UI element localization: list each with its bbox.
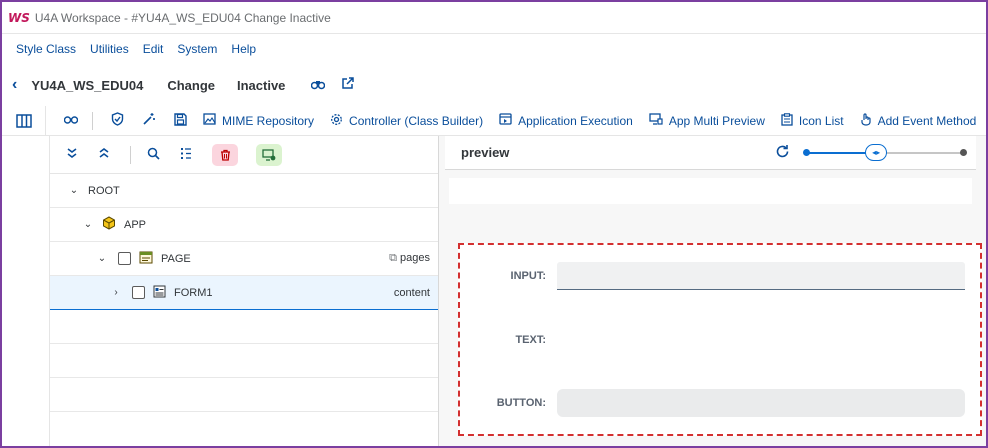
- slider-max-dot: [960, 149, 967, 156]
- save-icon[interactable]: [174, 112, 187, 129]
- aggregation-pages: ⧉ pages: [389, 252, 430, 265]
- copy-icon: ⧉: [389, 252, 398, 264]
- monitor-icon: [649, 113, 663, 128]
- ws-logo-icon: WS: [8, 10, 30, 25]
- menu-help[interactable]: Help: [231, 42, 256, 56]
- menu-edit[interactable]: Edit: [143, 42, 164, 56]
- chevron-down-icon[interactable]: ⌄: [96, 253, 108, 264]
- left-rail: [2, 136, 50, 446]
- app-window: WS U4A Workspace - #YU4A_WS_EDU04 Change…: [0, 0, 988, 448]
- display-icon[interactable]: [63, 113, 79, 128]
- preview-header: preview ◂▸: [445, 136, 976, 170]
- app-multi-preview-button[interactable]: App Multi Preview: [649, 113, 765, 128]
- chevron-down-icon[interactable]: ⌄: [68, 185, 80, 196]
- preview-content-strip: [449, 178, 972, 204]
- main-toolbar: MIME Repository Controller (Class Builde…: [2, 105, 986, 136]
- application-execution-label: Application Execution: [518, 113, 633, 128]
- aggregation-content: content: [393, 286, 430, 299]
- tree-toolbar-divider: [130, 145, 131, 164]
- row-checkbox[interactable]: [132, 286, 145, 299]
- app-multi-preview-label: App Multi Preview: [668, 113, 765, 128]
- preview-title: preview: [461, 145, 510, 160]
- tree-row-label: PAGE: [161, 252, 191, 265]
- tree-row-label: ROOT: [88, 184, 120, 197]
- hand-icon: [860, 112, 872, 129]
- row-checkbox[interactable]: [118, 252, 131, 265]
- app-status: Inactive: [237, 77, 286, 93]
- magic-wand-icon[interactable]: [142, 112, 156, 129]
- tree-row-empty: [50, 378, 438, 412]
- collapse-all-icon[interactable]: [98, 147, 110, 162]
- refresh-icon[interactable]: [775, 144, 790, 163]
- chevron-down-icon[interactable]: ⌄: [82, 219, 94, 230]
- form-row-text: TEXT:: [460, 325, 980, 355]
- form1-outline: INPUT: TEXT: BUTTON:: [458, 243, 982, 436]
- tree-row-page[interactable]: ⌄ PAGE ⧉ pages: [50, 242, 438, 276]
- add-element-icon[interactable]: [256, 143, 282, 166]
- menu-bar: Style Class Utilities Edit System Help: [2, 36, 270, 62]
- tree-row-label: APP: [124, 218, 147, 231]
- search-icon[interactable]: [147, 147, 160, 163]
- form-icon: [153, 285, 166, 301]
- check-shield-icon[interactable]: [111, 112, 124, 129]
- menu-style-class[interactable]: Style Class: [16, 42, 76, 56]
- add-event-method-button[interactable]: Add Event Method: [860, 112, 977, 129]
- tree-row-empty: [50, 310, 438, 344]
- preview-panel: preview ◂▸ INPUT: TEXT: BUTTON:: [439, 136, 986, 446]
- tree-row-app[interactable]: ⌄ APP: [50, 208, 438, 242]
- tree-toolbar: [50, 136, 438, 174]
- window-title: U4A Workspace - #YU4A_WS_EDU04 Change In…: [34, 10, 331, 25]
- menu-utilities[interactable]: Utilities: [90, 42, 129, 56]
- layout-columns-icon[interactable]: [2, 105, 46, 136]
- tree-row-empty: [50, 344, 438, 378]
- icon-list-button[interactable]: Icon List: [781, 112, 844, 129]
- controller-label: Controller (Class Builder): [349, 113, 484, 128]
- clipboard-icon: [781, 112, 793, 129]
- form-row-input: INPUT:: [460, 261, 980, 291]
- input-label: INPUT:: [510, 270, 546, 282]
- app-header: ‹ YU4A_WS_EDU04 Change Inactive: [2, 68, 370, 102]
- app-id: YU4A_WS_EDU04: [31, 77, 144, 93]
- aggregation-label: pages: [400, 252, 430, 264]
- form-row-button: BUTTON:: [460, 388, 980, 418]
- hierarchy-list-icon[interactable]: [180, 147, 192, 163]
- controller-button[interactable]: Controller (Class Builder): [330, 113, 483, 129]
- toolbar-divider: [92, 111, 93, 130]
- delete-icon[interactable]: [212, 143, 238, 166]
- expand-all-icon[interactable]: [66, 147, 78, 162]
- binoculars-icon[interactable]: [311, 78, 326, 93]
- preview-input-field[interactable]: [557, 262, 965, 290]
- tree-row-label: FORM1: [174, 286, 213, 299]
- gear-icon: [330, 113, 343, 129]
- chevron-right-icon[interactable]: ›: [110, 287, 122, 298]
- image-icon: [203, 113, 216, 128]
- page-icon: [139, 251, 153, 267]
- icon-list-label: Icon List: [798, 113, 844, 128]
- tree-row-form1[interactable]: › FORM1 content: [50, 276, 438, 310]
- add-event-method-label: Add Event Method: [877, 113, 977, 128]
- run-icon: [499, 113, 512, 128]
- ui-tree-panel: ⌄ ROOT ⌄ APP ⌄ PAGE ⧉ pages › FORM1 cont…: [50, 136, 438, 446]
- slider-min-dot: [803, 149, 810, 156]
- app-cube-icon: [102, 216, 116, 233]
- title-bar: WS U4A Workspace - #YU4A_WS_EDU04 Change…: [2, 2, 986, 34]
- tree-row-root[interactable]: ⌄ ROOT: [50, 174, 438, 208]
- external-link-icon[interactable]: [341, 77, 355, 93]
- text-label: TEXT:: [515, 334, 546, 346]
- button-label: BUTTON:: [496, 397, 546, 409]
- back-icon[interactable]: ‹: [12, 76, 17, 94]
- preview-canvas: INPUT: TEXT: BUTTON:: [445, 170, 982, 446]
- menu-system[interactable]: System: [177, 42, 217, 56]
- mime-repository-button[interactable]: MIME Repository: [203, 113, 314, 128]
- preview-button[interactable]: [557, 389, 965, 417]
- application-execution-button[interactable]: Application Execution: [499, 113, 633, 128]
- mime-repository-label: MIME Repository: [222, 113, 315, 128]
- zoom-slider-handle[interactable]: ◂▸: [865, 144, 888, 161]
- app-mode: Change: [167, 77, 215, 93]
